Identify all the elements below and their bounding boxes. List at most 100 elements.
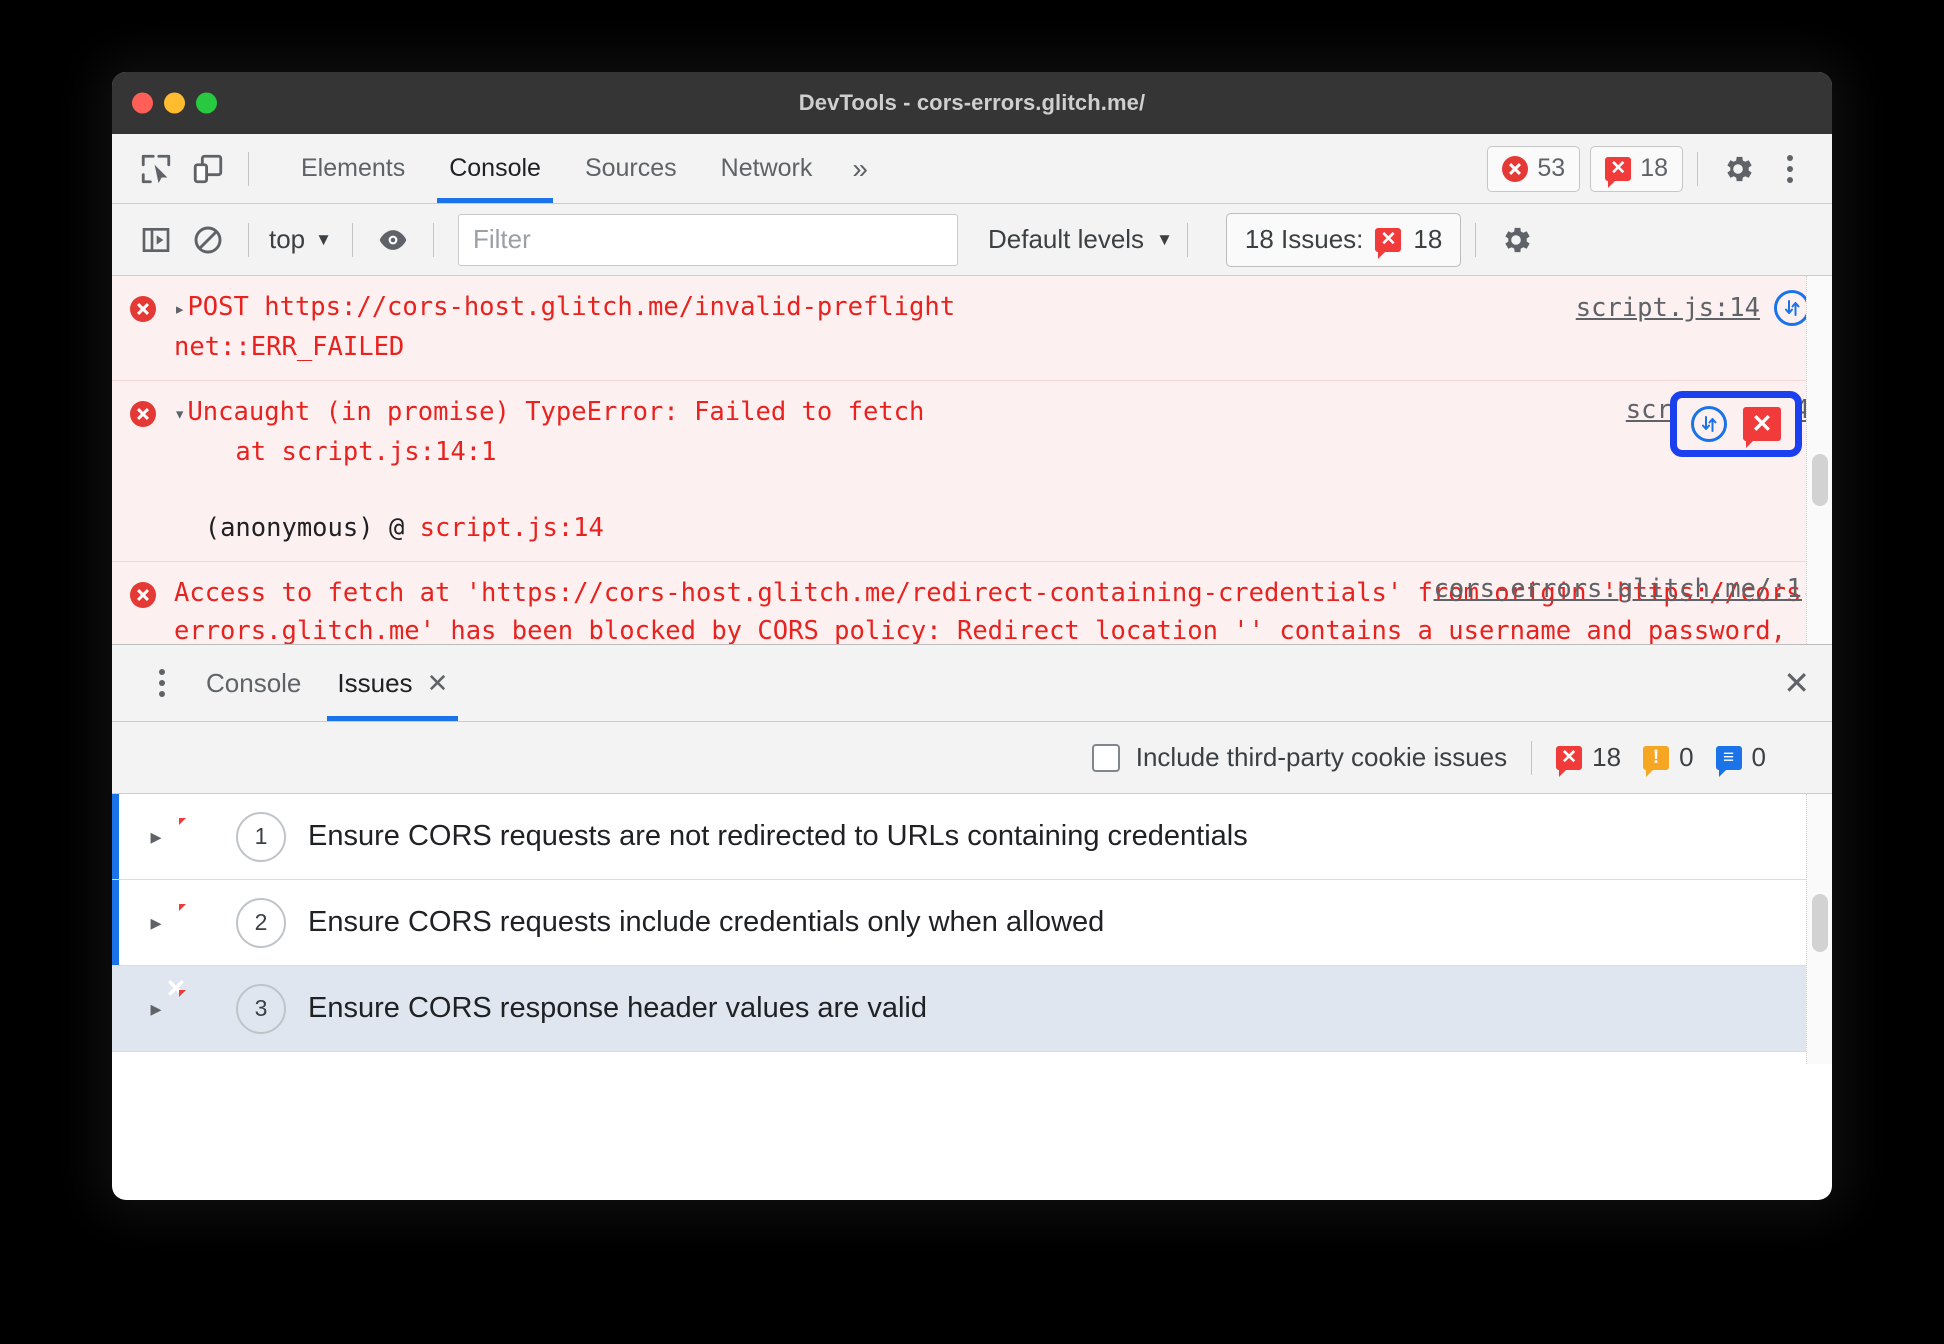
error-circle-icon [1502, 155, 1529, 182]
screenshot-root: DevTools - cors-errors.glitch.me/ Elemen… [0, 0, 1944, 1344]
close-window-button[interactable] [132, 92, 153, 114]
network-request-icon[interactable] [1691, 406, 1727, 442]
issue-row-accent-left [112, 880, 119, 965]
issues-scrollbar-thumb[interactable] [1812, 894, 1828, 952]
tab-sources[interactable]: Sources [563, 134, 699, 203]
console-settings-gear-icon[interactable] [1490, 214, 1542, 266]
open-issue-icon[interactable]: ✕ [1743, 407, 1781, 448]
kebab-dots [159, 669, 165, 697]
issues-info-count-value: 0 [1751, 742, 1766, 772]
console-issues-count: 18 [1413, 224, 1443, 254]
issue-count-value: 18 [1640, 154, 1668, 182]
message-right-group: script.js:14 [1576, 290, 1810, 326]
third-party-cookie-checkbox[interactable] [1091, 743, 1120, 772]
live-expression-eye-icon[interactable] [367, 214, 419, 266]
expand-triangle-icon[interactable]: ▸ [174, 298, 185, 320]
tab-sources-label: Sources [584, 154, 677, 182]
kebab-menu-icon[interactable] [1764, 143, 1816, 195]
tab-elements-label: Elements [301, 154, 406, 182]
issues-info-count: ≡ 0 [1715, 742, 1766, 777]
tab-network[interactable]: Network [699, 134, 835, 203]
error-circle-icon [130, 296, 156, 322]
issue-row[interactable]: ▸ ✕ 1 Ensure CORS requests are not redir… [112, 794, 1832, 880]
issue-count-chip[interactable]: ✕ 18 [1590, 145, 1683, 192]
source-location-link[interactable]: cors-errors.glitch.me/:1 [1434, 574, 1802, 604]
warning-bubble-icon: ! [1643, 745, 1670, 777]
issue-bubble-icon: ✕ [1556, 745, 1583, 777]
more-tabs-button[interactable]: » [834, 153, 886, 185]
third-party-cookie-checkbox-row[interactable]: Include third-party cookie issues [1091, 742, 1508, 773]
console-message-uncaught-typeerror[interactable]: ▾Uncaught (in promise) TypeError: Failed… [112, 381, 1832, 562]
console-issues-button[interactable]: 18 Issues: ✕ 18 [1225, 212, 1462, 267]
execution-context-label: top [269, 224, 306, 254]
show-console-sidebar-icon[interactable] [130, 214, 182, 266]
maximize-window-button[interactable] [196, 92, 217, 114]
close-icon[interactable]: ✕ [427, 668, 449, 699]
console-scrollbar[interactable] [1806, 276, 1832, 644]
issue-severity-icon: ✕ [165, 803, 187, 831]
issues-filter-bar: Include third-party cookie issues ✕ 18 !… [112, 722, 1832, 794]
kebab-dots [1787, 154, 1793, 183]
clear-console-icon[interactable] [182, 214, 234, 266]
issue-title: Ensure CORS requests are not redirected … [308, 820, 1248, 852]
drawer-kebab-menu-icon[interactable] [136, 657, 188, 709]
issue-row[interactable]: ▸ ✕ 3 Ensure CORS response header values… [112, 966, 1832, 1052]
network-request-icon[interactable] [1774, 290, 1810, 326]
tabbar-right-divider [1697, 151, 1698, 186]
issues-error-count: ✕ 18 [1556, 742, 1621, 777]
anonymous-frame-link[interactable]: script.js:14 [420, 513, 604, 543]
issue-occurrence-count: 1 [236, 811, 286, 862]
console-message-post-invalid-preflight[interactable]: ▸POST https://cors-host.glitch.me/invali… [112, 276, 1832, 381]
log-level-label: Default levels [987, 224, 1145, 254]
devtools-window: DevTools - cors-errors.glitch.me/ Elemen… [112, 72, 1832, 1200]
console-toolbar-divider-4 [1186, 222, 1188, 257]
execution-context-selector[interactable]: top ▼ [263, 224, 338, 255]
cors-request-url[interactable]: https://cors-host.glitch.me/redirect-con… [481, 578, 1387, 608]
console-filter-input[interactable]: Filter [457, 213, 958, 266]
issue-row-accent-left [112, 794, 119, 879]
message-text: ▾Uncaught (in promise) TypeError: Failed… [174, 393, 1832, 547]
drawer-tab-issues[interactable]: Issues ✕ [319, 645, 466, 721]
error-count-chip[interactable]: 53 [1487, 145, 1581, 192]
info-bubble-icon: ≡ [1715, 745, 1742, 777]
console-message-cors-blocked[interactable]: Access to fetch at 'https://cors-host.gl… [112, 562, 1832, 644]
message-right-group: cors-errors.glitch.me/:1 [1434, 574, 1802, 604]
issue-title: Ensure CORS response header values are v… [308, 992, 927, 1024]
minimize-window-button[interactable] [164, 92, 185, 114]
tab-elements[interactable]: Elements [279, 134, 427, 203]
third-party-cookie-label: Include third-party cookie issues [1135, 742, 1508, 772]
drawer-close-icon[interactable]: ✕ [1783, 664, 1810, 702]
drawer-tab-console[interactable]: Console [188, 645, 319, 721]
console-scrollbar-thumb[interactable] [1812, 454, 1828, 506]
tab-network-label: Network [720, 154, 813, 182]
console-toolbar-divider-2 [351, 222, 353, 257]
console-message-area[interactable]: ▸POST https://cors-host.glitch.me/invali… [112, 276, 1832, 644]
request-url-link[interactable]: https://cors-host.glitch.me/invalid-pref… [264, 292, 955, 322]
panel-tab-list: Elements Console Sources Network » [279, 134, 886, 203]
issues-warning-count: ! 0 [1643, 742, 1694, 777]
tabbar-right-group: 53 ✕ 18 [1477, 143, 1816, 195]
error-circle-icon [130, 401, 156, 427]
collapse-triangle-icon[interactable]: ▾ [174, 403, 185, 425]
issue-occurrence-count: 3 [236, 983, 286, 1034]
source-location-link[interactable]: script.js:14 [1576, 293, 1760, 323]
tab-console-label: Console [449, 154, 541, 182]
window-traffic-lights[interactable] [132, 92, 217, 114]
chevron-down-icon: ▼ [1156, 229, 1173, 249]
issues-list[interactable]: ▸ ✕ 1 Ensure CORS requests are not redir… [112, 794, 1832, 1064]
stack-frame-link[interactable]: script.js:14:1 [281, 437, 496, 467]
console-toolbar-divider-3 [432, 222, 434, 257]
drawer-tabbar: Console Issues ✕ ✕ [112, 644, 1832, 722]
gear-icon[interactable] [1712, 143, 1764, 195]
drawer-tab-console-label: Console [206, 667, 302, 698]
device-toolbar-icon[interactable] [182, 143, 234, 195]
message-severity-icon-cell [112, 288, 174, 366]
log-level-selector[interactable]: Default levels ▼ [988, 224, 1173, 255]
tab-console[interactable]: Console [427, 134, 563, 203]
issue-row[interactable]: ▸ ✕ 2 Ensure CORS requests include crede… [112, 880, 1832, 966]
console-issues-label: 18 Issues: [1244, 224, 1364, 254]
issues-scrollbar[interactable] [1806, 794, 1832, 1064]
inspect-cursor-icon[interactable] [130, 143, 182, 195]
request-method: POST [187, 292, 249, 322]
drawer-tab-issues-label: Issues [337, 667, 413, 698]
